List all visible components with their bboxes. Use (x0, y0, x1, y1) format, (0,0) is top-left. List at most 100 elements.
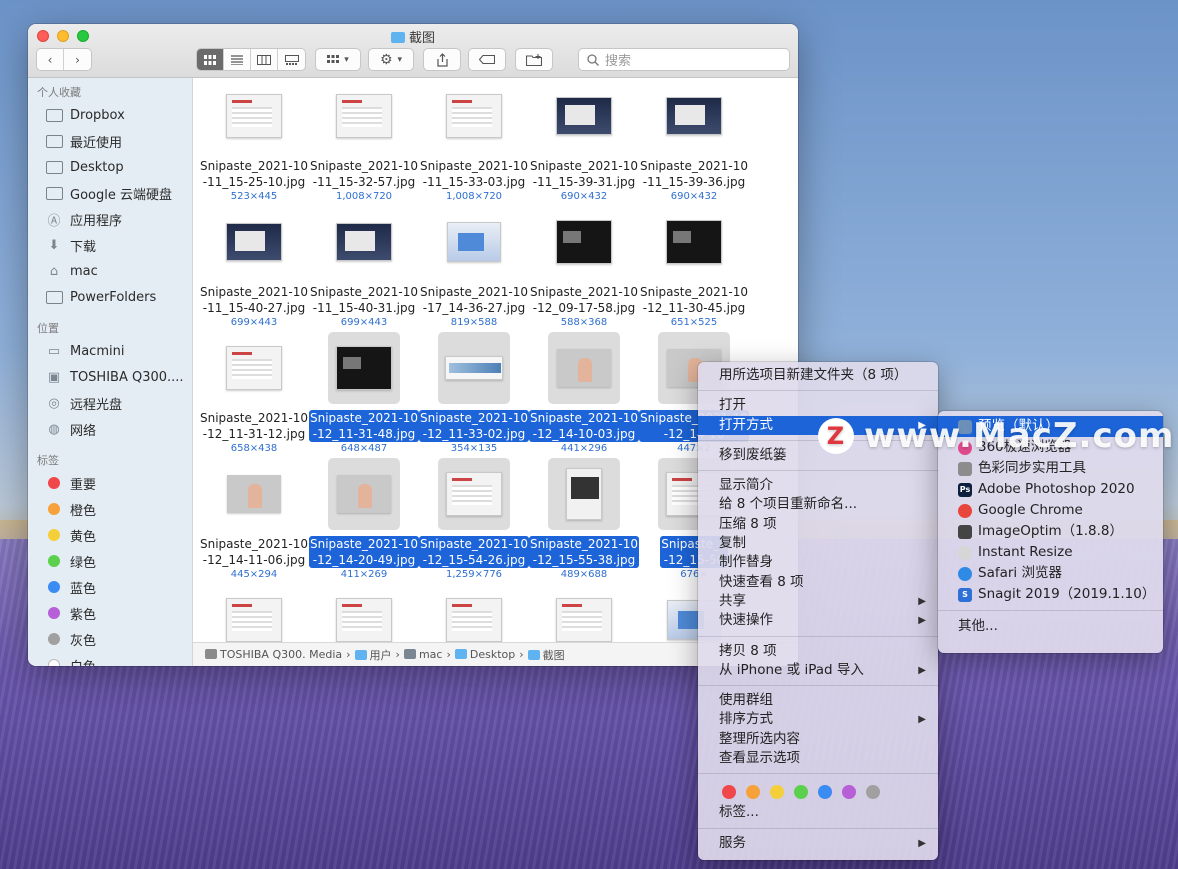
sidebar-favorite-0[interactable]: Dropbox (28, 102, 192, 128)
file-item[interactable] (309, 584, 419, 642)
path-segment-4[interactable]: 截图 (527, 647, 565, 663)
menu-tags[interactable]: 标签... (698, 803, 938, 822)
back-button[interactable]: ‹ (37, 49, 64, 70)
file-item[interactable] (529, 584, 639, 642)
menu-services[interactable]: 服务 ▶ (698, 834, 938, 853)
file-item[interactable]: Snipaste_2021-10 -12_15-55-38.jpg 489×688 (529, 458, 639, 581)
file-item[interactable]: Snipaste_2021-10 -17_14-36-27.jpg 819×588 (419, 206, 529, 329)
file-item[interactable] (199, 584, 309, 642)
menu-quick-look[interactable]: 快速查看 8 项 (698, 573, 938, 592)
file-item[interactable]: Snipaste_2021-10 -11_15-39-31.jpg 690×432 (529, 80, 639, 203)
file-item[interactable]: Snipaste_2021-10 -12_11-33-02.jpg 354×135 (419, 332, 529, 455)
open-with-app-2[interactable]: 色彩同步实用工具 (938, 458, 1163, 479)
menu-tag-color-5[interactable] (842, 785, 856, 800)
menu-tag-color-3[interactable] (794, 785, 808, 800)
menu-use-groups[interactable]: 使用群组 (698, 691, 938, 710)
sidebar-tag-4[interactable]: 蓝色 (28, 574, 192, 600)
menu-compress[interactable]: 压缩 8 项 (698, 515, 938, 534)
menu-copy[interactable]: 拷贝 8 项 (698, 642, 938, 661)
file-item[interactable] (419, 584, 529, 642)
sidebar-favorite-1[interactable]: 最近使用 (28, 128, 192, 154)
file-item[interactable]: Snipaste_2021-10 -11_15-40-31.jpg 699×443 (309, 206, 419, 329)
sidebar-tag-5[interactable]: 紫色 (28, 600, 192, 626)
menu-open-with-other[interactable]: 其他... (938, 616, 1163, 637)
gallery-view-button[interactable] (278, 49, 305, 70)
file-item[interactable]: Snipaste_2021-10 -11_15-33-03.jpg 1,008×72… (419, 80, 529, 203)
icon-view-button[interactable] (197, 49, 224, 70)
menu-make-alias[interactable]: 制作替身 (698, 553, 938, 572)
sidebar-tag-1[interactable]: 橙色 (28, 496, 192, 522)
open-with-app-6[interactable]: Instant Resize (938, 542, 1163, 563)
menu-move-to-trash[interactable]: 移到废纸篓 (698, 446, 938, 465)
new-folder-button[interactable] (515, 48, 553, 71)
path-segment-1[interactable]: 用户 (354, 647, 392, 663)
file-item[interactable]: Snipaste_2021-10 -11_15-39-36.jpg 690×432 (639, 80, 749, 203)
menu-sort-by[interactable]: 排序方式 ▶ (698, 710, 938, 729)
path-segment-3[interactable]: Desktop (454, 648, 515, 661)
group-by-button[interactable]: ▾ (315, 48, 361, 71)
open-with-app-7[interactable]: Safari 浏览器 (938, 563, 1163, 584)
sidebar-tag-2[interactable]: 黄色 (28, 522, 192, 548)
menu-new-folder-with-selection[interactable]: 用所选项目新建文件夹（8 项） (698, 366, 938, 385)
file-item[interactable]: Snipaste_2021-10 -12_11-31-12.jpg 658×438 (199, 332, 309, 455)
file-item[interactable]: Snipaste_2021-10 -12_11-31-48.jpg 648×487 (309, 332, 419, 455)
search-field[interactable]: 搜索 (578, 48, 790, 71)
optical-disc-icon: ◎ (48, 395, 60, 411)
open-with-app-1[interactable]: 360极速浏览器 (938, 437, 1163, 458)
path-segment-2[interactable]: mac (403, 648, 442, 661)
sidebar-tag-0[interactable]: 重要 (28, 470, 192, 496)
sidebar-location-3[interactable]: ◍ 网络 (28, 416, 192, 442)
menu-tag-color-2[interactable] (770, 785, 784, 800)
tag-color-dot (48, 529, 60, 541)
file-item[interactable]: Snipaste_2021-10 -12_14-11-06.jpg 445×294 (199, 458, 309, 581)
file-dimensions: 489×688 (560, 569, 608, 580)
menu-show-view-options[interactable]: 查看显示选项 (698, 749, 938, 768)
sidebar-favorite-6[interactable]: ⌂ mac (28, 258, 192, 284)
sidebar-favorite-3[interactable]: Google 云端硬盘 (28, 180, 192, 206)
column-view-button[interactable] (251, 49, 278, 70)
sidebar-location-1[interactable]: ▣ TOSHIBA Q300.... (28, 364, 192, 390)
sidebar-favorite-5[interactable]: ⬇ 下载 (28, 232, 192, 258)
sidebar-favorite-7[interactable]: PowerFolders (28, 284, 192, 310)
menu-tag-color-4[interactable] (818, 785, 832, 800)
sidebar-favorite-2[interactable]: Desktop (28, 154, 192, 180)
sidebar-item-label: Dropbox (70, 107, 125, 123)
menu-tag-color-1[interactable] (746, 785, 760, 800)
sidebar-tag-3[interactable]: 绿色 (28, 548, 192, 574)
menu-open-with[interactable]: 打开方式 ▶ (698, 415, 938, 435)
open-with-app-5[interactable]: ImageOptim（1.8.8） (938, 521, 1163, 542)
file-item[interactable]: Snipaste_2021-10 -12_15-54-26.jpg 1,259×77… (419, 458, 529, 581)
menu-quick-actions[interactable]: 快速操作 ▶ (698, 611, 938, 630)
share-button[interactable] (423, 48, 461, 71)
sidebar-favorite-4[interactable]: Ⓐ 应用程序 (28, 206, 192, 232)
action-button[interactable]: ⚙ ▾ (368, 48, 414, 71)
menu-import-from-iphone[interactable]: 从 iPhone 或 iPad 导入 ▶ (698, 661, 938, 680)
path-segment-0[interactable]: TOSHIBA Q300. Media (205, 648, 342, 661)
file-item[interactable]: Snipaste_2021-10 -12_14-10-03.jpg 441×296 (529, 332, 639, 455)
menu-get-info[interactable]: 显示简介 (698, 476, 938, 495)
edit-tags-button[interactable] (468, 48, 506, 71)
list-view-button[interactable] (224, 49, 251, 70)
menu-open[interactable]: 打开 (698, 396, 938, 415)
menu-tag-color-0[interactable] (722, 785, 736, 800)
file-item[interactable]: Snipaste_2021-10 -11_15-32-57.jpg 1,008×72… (309, 80, 419, 203)
menu-duplicate[interactable]: 复制 (698, 534, 938, 553)
file-item[interactable]: Snipaste_2021-10 -12_09-17-58.jpg 588×368 (529, 206, 639, 329)
menu-rename[interactable]: 给 8 个项目重新命名... (698, 495, 938, 514)
sidebar-tag-6[interactable]: 灰色 (28, 626, 192, 652)
sidebar-location-0[interactable]: ▭ Macmini (28, 338, 192, 364)
menu-clean-up-selection[interactable]: 整理所选内容 (698, 730, 938, 749)
sidebar-tag-7[interactable]: 白色 (28, 652, 192, 666)
open-with-app-8[interactable]: S Snagit 2019（2019.1.10） (938, 584, 1163, 605)
sidebar-location-2[interactable]: ◎ 远程光盘 (28, 390, 192, 416)
file-item[interactable]: Snipaste_2021-10 -12_14-20-49.jpg 411×269 (309, 458, 419, 581)
menu-share[interactable]: 共享 ▶ (698, 592, 938, 611)
open-with-app-3[interactable]: Ps Adobe Photoshop 2020 (938, 479, 1163, 500)
file-item[interactable]: Snipaste_2021-10 -12_11-30-45.jpg 651×525 (639, 206, 749, 329)
menu-tag-color-6[interactable] (866, 785, 880, 800)
open-with-app-0[interactable]: 预览（默认） (938, 416, 1163, 437)
file-item[interactable]: Snipaste_2021-10 -11_15-25-10.jpg 523×445 (199, 80, 309, 203)
open-with-app-4[interactable]: Google Chrome (938, 500, 1163, 521)
forward-button[interactable]: › (64, 49, 91, 70)
file-item[interactable]: Snipaste_2021-10 -11_15-40-27.jpg 699×443 (199, 206, 309, 329)
